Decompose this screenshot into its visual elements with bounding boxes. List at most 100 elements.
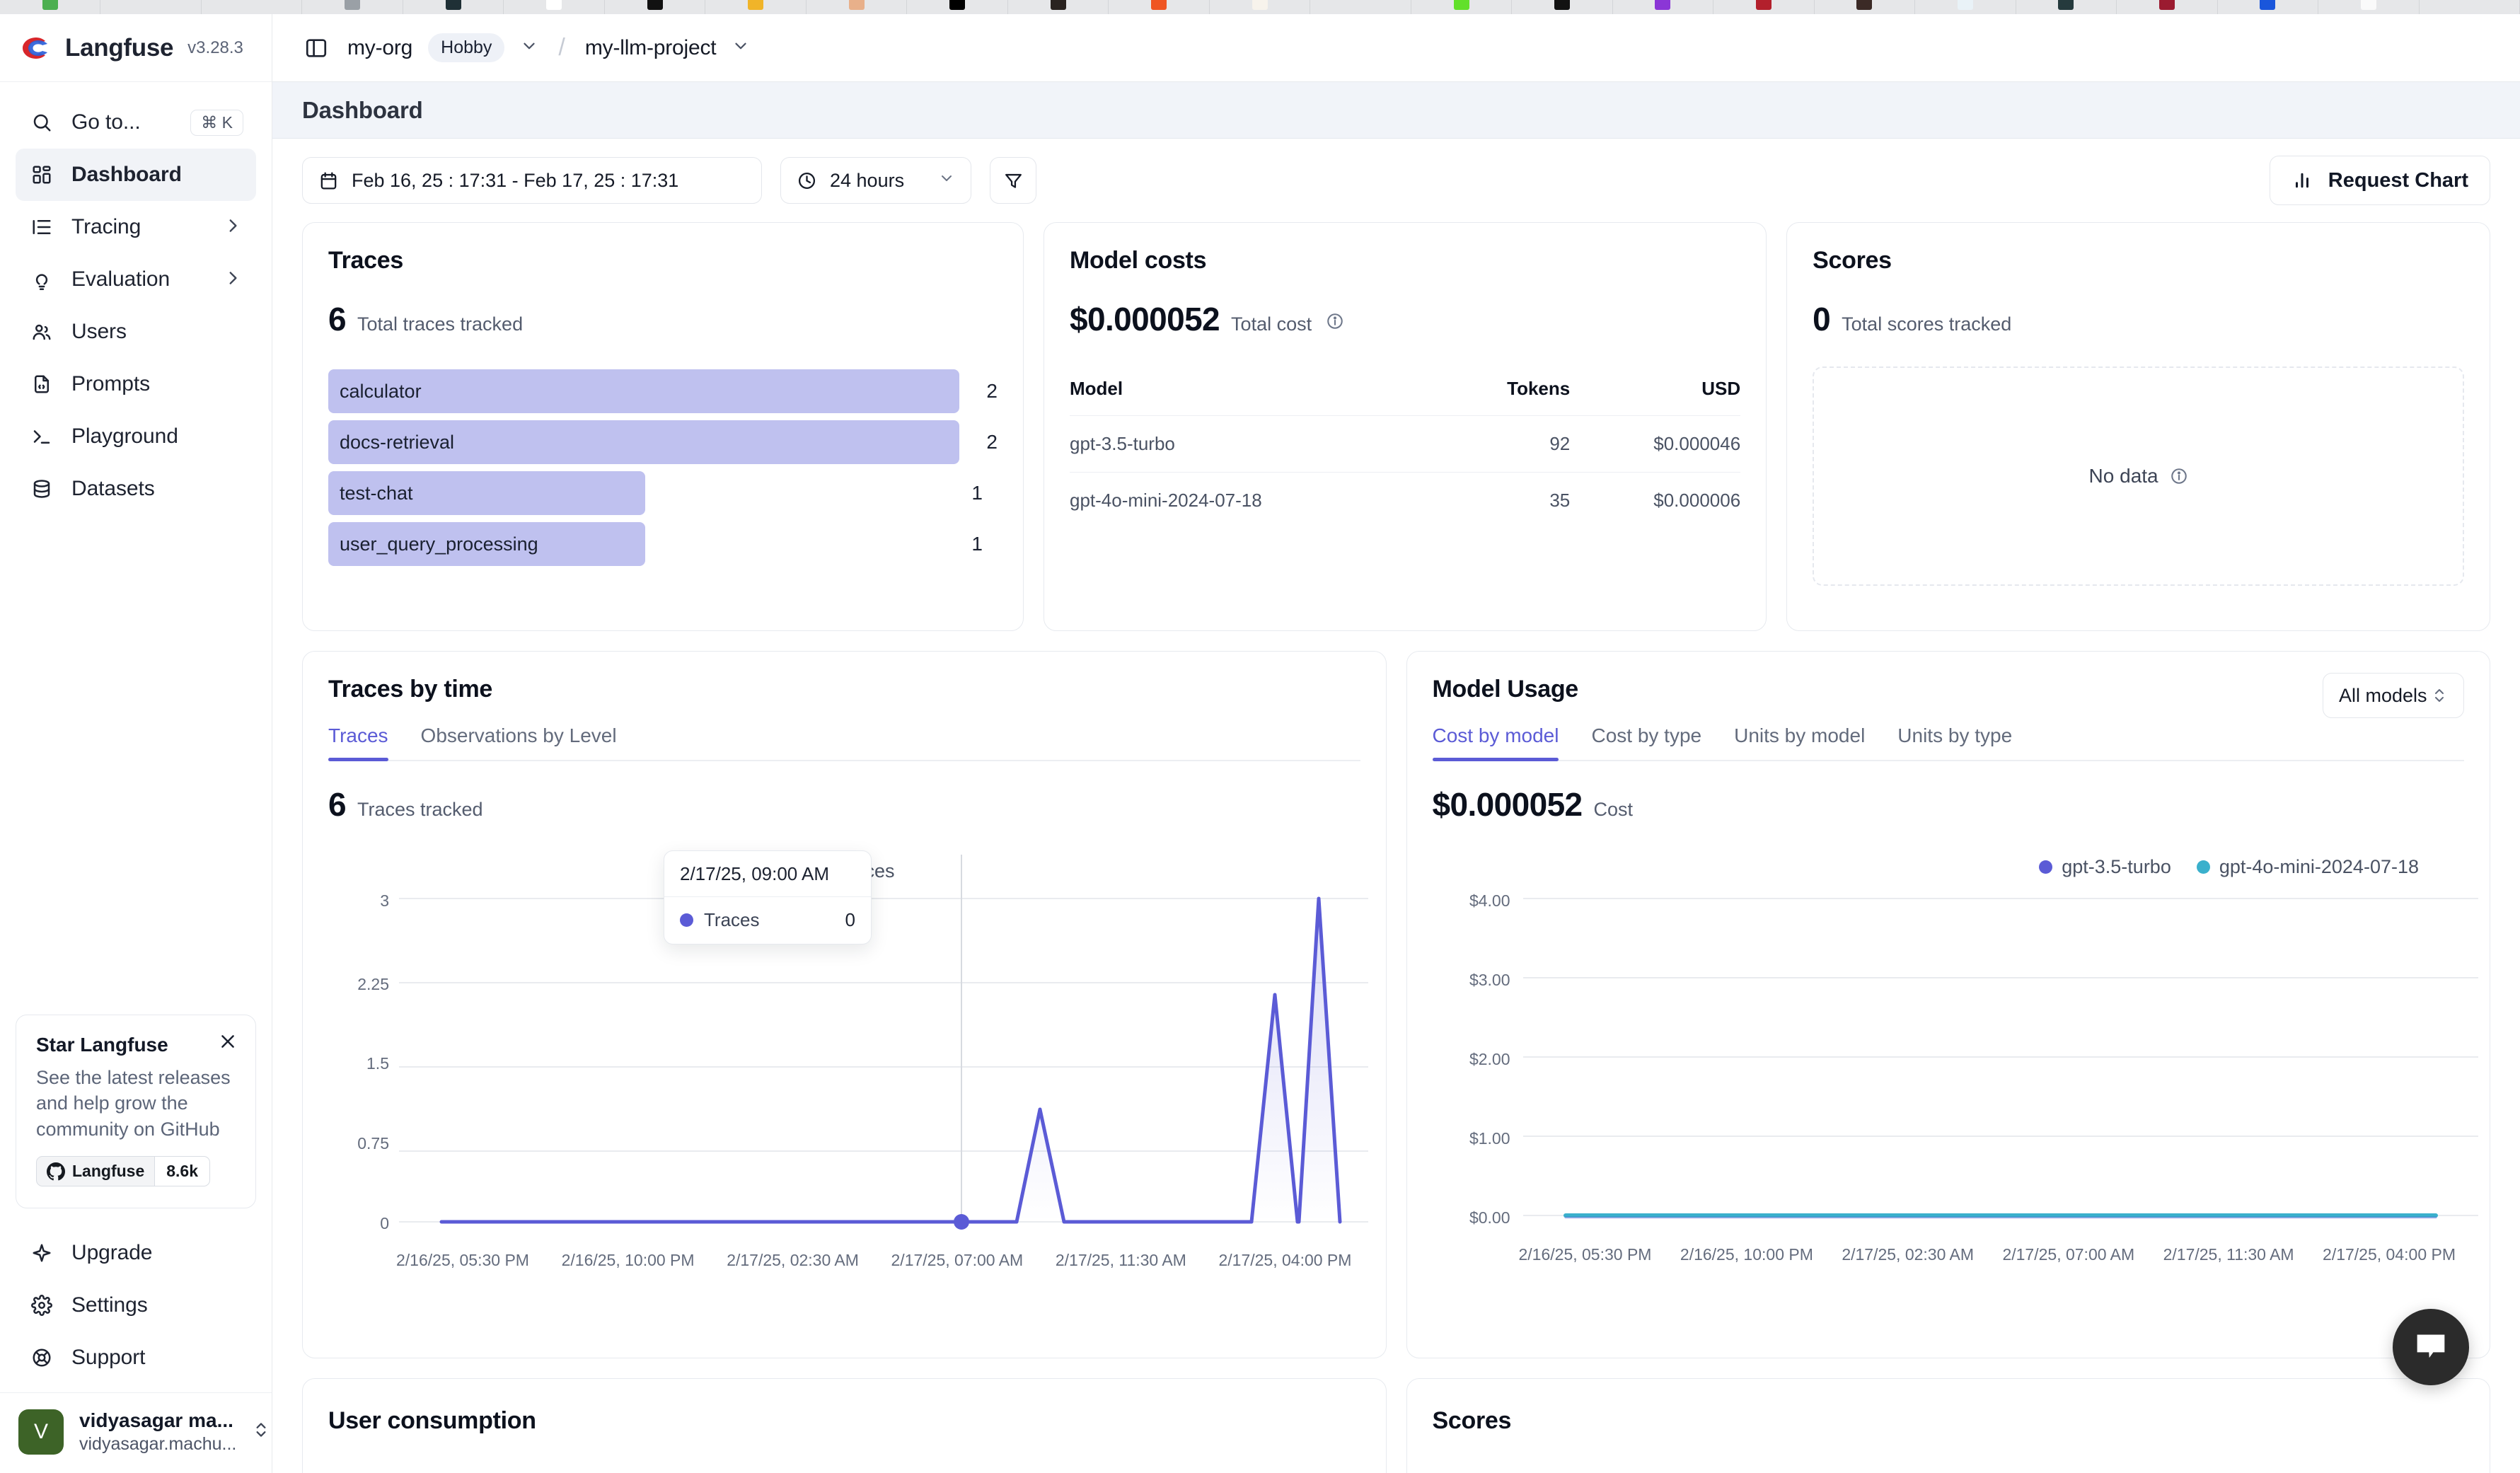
browser-tab[interactable] <box>202 0 303 14</box>
browser-tab-strip[interactable] <box>0 0 2520 14</box>
table-row[interactable]: gpt-4o-mini-2024-07-18 35 $0.000006 <box>1070 472 1741 528</box>
sidebar-item-prompts[interactable]: Prompts <box>16 358 256 410</box>
breadcrumb-project[interactable]: my-llm-project <box>585 36 717 60</box>
tab-units-by-model[interactable]: Units by model <box>1734 724 1865 760</box>
chat-widget-button[interactable] <box>2393 1309 2469 1385</box>
top-bar: my-org Hobby / my-llm-project <box>272 14 2520 82</box>
database-icon <box>28 475 55 502</box>
sidebar-item-tracing[interactable]: Tracing <box>16 201 256 253</box>
y-axis-tick: $4.00 <box>1469 891 1510 910</box>
browser-tab[interactable] <box>1310 0 1411 14</box>
github-repo-label: Langfuse <box>72 1162 145 1181</box>
request-chart-button[interactable]: Request Chart <box>2269 156 2490 205</box>
card-title: Traces <box>328 247 403 274</box>
info-icon[interactable] <box>2170 467 2188 485</box>
chevron-down-icon[interactable] <box>520 37 538 59</box>
sidebar-item-datasets[interactable]: Datasets <box>16 463 256 515</box>
chevron-up-down-icon <box>2431 686 2448 705</box>
traces-total-value: 6 <box>328 301 347 337</box>
browser-tab[interactable] <box>302 0 403 14</box>
browser-tab[interactable] <box>807 0 908 14</box>
tab-cost-by-type[interactable]: Cost by type <box>1591 724 1701 760</box>
browser-tab[interactable] <box>605 0 706 14</box>
table-row[interactable]: test-chat 1 <box>328 471 998 515</box>
browser-tab[interactable] <box>2318 0 2420 14</box>
github-repo-button[interactable]: Langfuse <box>36 1156 156 1187</box>
browser-tab[interactable] <box>1613 0 1714 14</box>
star-langfuse-promo: Star Langfuse See the latest releases an… <box>16 1015 256 1209</box>
model-usage-line-chart[interactable]: gpt-3.5-turbo gpt-4o-mini-2024-07-18 $4.… <box>1433 833 2478 1286</box>
sidebar-item-dashboard[interactable]: Dashboard <box>16 149 256 201</box>
browser-tab[interactable] <box>403 0 504 14</box>
favicon-icon <box>949 0 966 10</box>
table-row[interactable]: calculator 2 <box>328 369 998 413</box>
browser-tab[interactable] <box>2117 0 2218 14</box>
user-account-switcher[interactable]: V vidyasagar ma... vidyasagar.machu... <box>0 1392 272 1473</box>
bar: docs-retrieval <box>328 420 960 464</box>
info-icon[interactable] <box>1326 312 1344 330</box>
tab-cost-by-model[interactable]: Cost by model <box>1432 724 1559 761</box>
sidebar-item-support[interactable]: Support <box>16 1332 256 1384</box>
sidebar-item-upgrade[interactable]: Upgrade <box>16 1227 256 1279</box>
brand-header[interactable]: Langfuse v3.28.3 <box>0 14 272 82</box>
github-star-widget[interactable]: Langfuse 8.6k <box>36 1156 210 1187</box>
sidebar-item-goto[interactable]: Go to... ⌘ K <box>16 96 256 149</box>
table-row[interactable]: gpt-3.5-turbo 92 $0.000046 <box>1070 415 1741 473</box>
browser-tab[interactable] <box>0 0 101 14</box>
cell-model: gpt-4o-mini-2024-07-18 <box>1070 472 1447 528</box>
x-axis-tick: 2/17/25, 04:00 PM <box>1218 1251 1352 1269</box>
browser-tab[interactable] <box>1411 0 1513 14</box>
table-row[interactable]: user_query_processing 1 <box>328 522 998 566</box>
close-icon[interactable] <box>219 1032 237 1054</box>
tab-traces[interactable]: Traces <box>328 724 388 761</box>
favicon-icon <box>1151 0 1167 10</box>
browser-tab[interactable] <box>1109 0 1210 14</box>
tab-observations-by-level[interactable]: Observations by Level <box>421 724 617 760</box>
bar: test-chat <box>328 471 645 515</box>
toggle-sidebar-icon[interactable] <box>301 33 332 64</box>
favicon-icon <box>1655 0 1671 10</box>
cell-model: gpt-3.5-turbo <box>1070 415 1447 473</box>
main-content: my-org Hobby / my-llm-project Dashboard … <box>272 14 2520 1473</box>
traces-by-time-tabs: Traces Observations by Level <box>328 724 1360 761</box>
traces-total: 6 Total traces tracked <box>328 300 998 338</box>
sidebar-item-evaluation[interactable]: Evaluation <box>16 253 256 306</box>
chevron-down-icon[interactable] <box>732 37 750 59</box>
browser-tab[interactable] <box>1713 0 1815 14</box>
model-filter-select[interactable]: All models <box>2323 673 2464 718</box>
browser-tab[interactable] <box>1210 0 1311 14</box>
browser-tab[interactable] <box>705 0 807 14</box>
browser-tab[interactable] <box>2420 0 2520 14</box>
brand-version: v3.28.3 <box>187 37 243 57</box>
table-row[interactable]: docs-retrieval 2 <box>328 420 998 464</box>
browser-tab[interactable] <box>2016 0 2117 14</box>
browser-tab[interactable] <box>907 0 1008 14</box>
sidebar-item-playground[interactable]: Playground <box>16 410 256 463</box>
browser-tab[interactable] <box>100 0 202 14</box>
list-tree-icon <box>28 214 55 241</box>
granularity-select[interactable]: 24 hours <box>780 157 971 204</box>
browser-tab[interactable] <box>1512 0 1613 14</box>
browser-tab[interactable] <box>1815 0 1916 14</box>
tooltip-series-value: 0 <box>845 909 855 930</box>
date-range-picker[interactable]: Feb 16, 25 : 17:31 - Feb 17, 25 : 17:31 <box>302 157 762 204</box>
x-axis-tick: 2/17/25, 02:30 AM <box>1842 1245 1975 1264</box>
bar-value: 1 <box>971 482 983 504</box>
sidebar-item-label: Prompts <box>71 372 150 395</box>
browser-tab[interactable] <box>1008 0 1109 14</box>
scores-total-value: 0 <box>1813 301 1831 337</box>
browser-tab[interactable] <box>2218 0 2319 14</box>
traces-line-chart[interactable]: Traces 2/17/25, 09:00 AM Traces 0 <box>328 833 1368 1286</box>
browser-tab[interactable] <box>504 0 605 14</box>
bar-label: test-chat <box>340 482 413 504</box>
traces-tracked-label: Traces tracked <box>357 799 483 820</box>
sidebar-item-settings[interactable]: Settings <box>16 1279 256 1332</box>
browser-tab[interactable] <box>1915 0 2016 14</box>
sidebar-item-users[interactable]: Users <box>16 306 256 358</box>
filter-button[interactable] <box>990 157 1036 204</box>
y-axis-tick: 0 <box>380 1214 389 1232</box>
x-axis-tick: 2/16/25, 05:30 PM <box>396 1251 529 1269</box>
breadcrumb-org[interactable]: my-org <box>347 36 412 60</box>
tab-units-by-type[interactable]: Units by type <box>1897 724 2012 760</box>
sidebar-item-label: Playground <box>71 424 178 448</box>
